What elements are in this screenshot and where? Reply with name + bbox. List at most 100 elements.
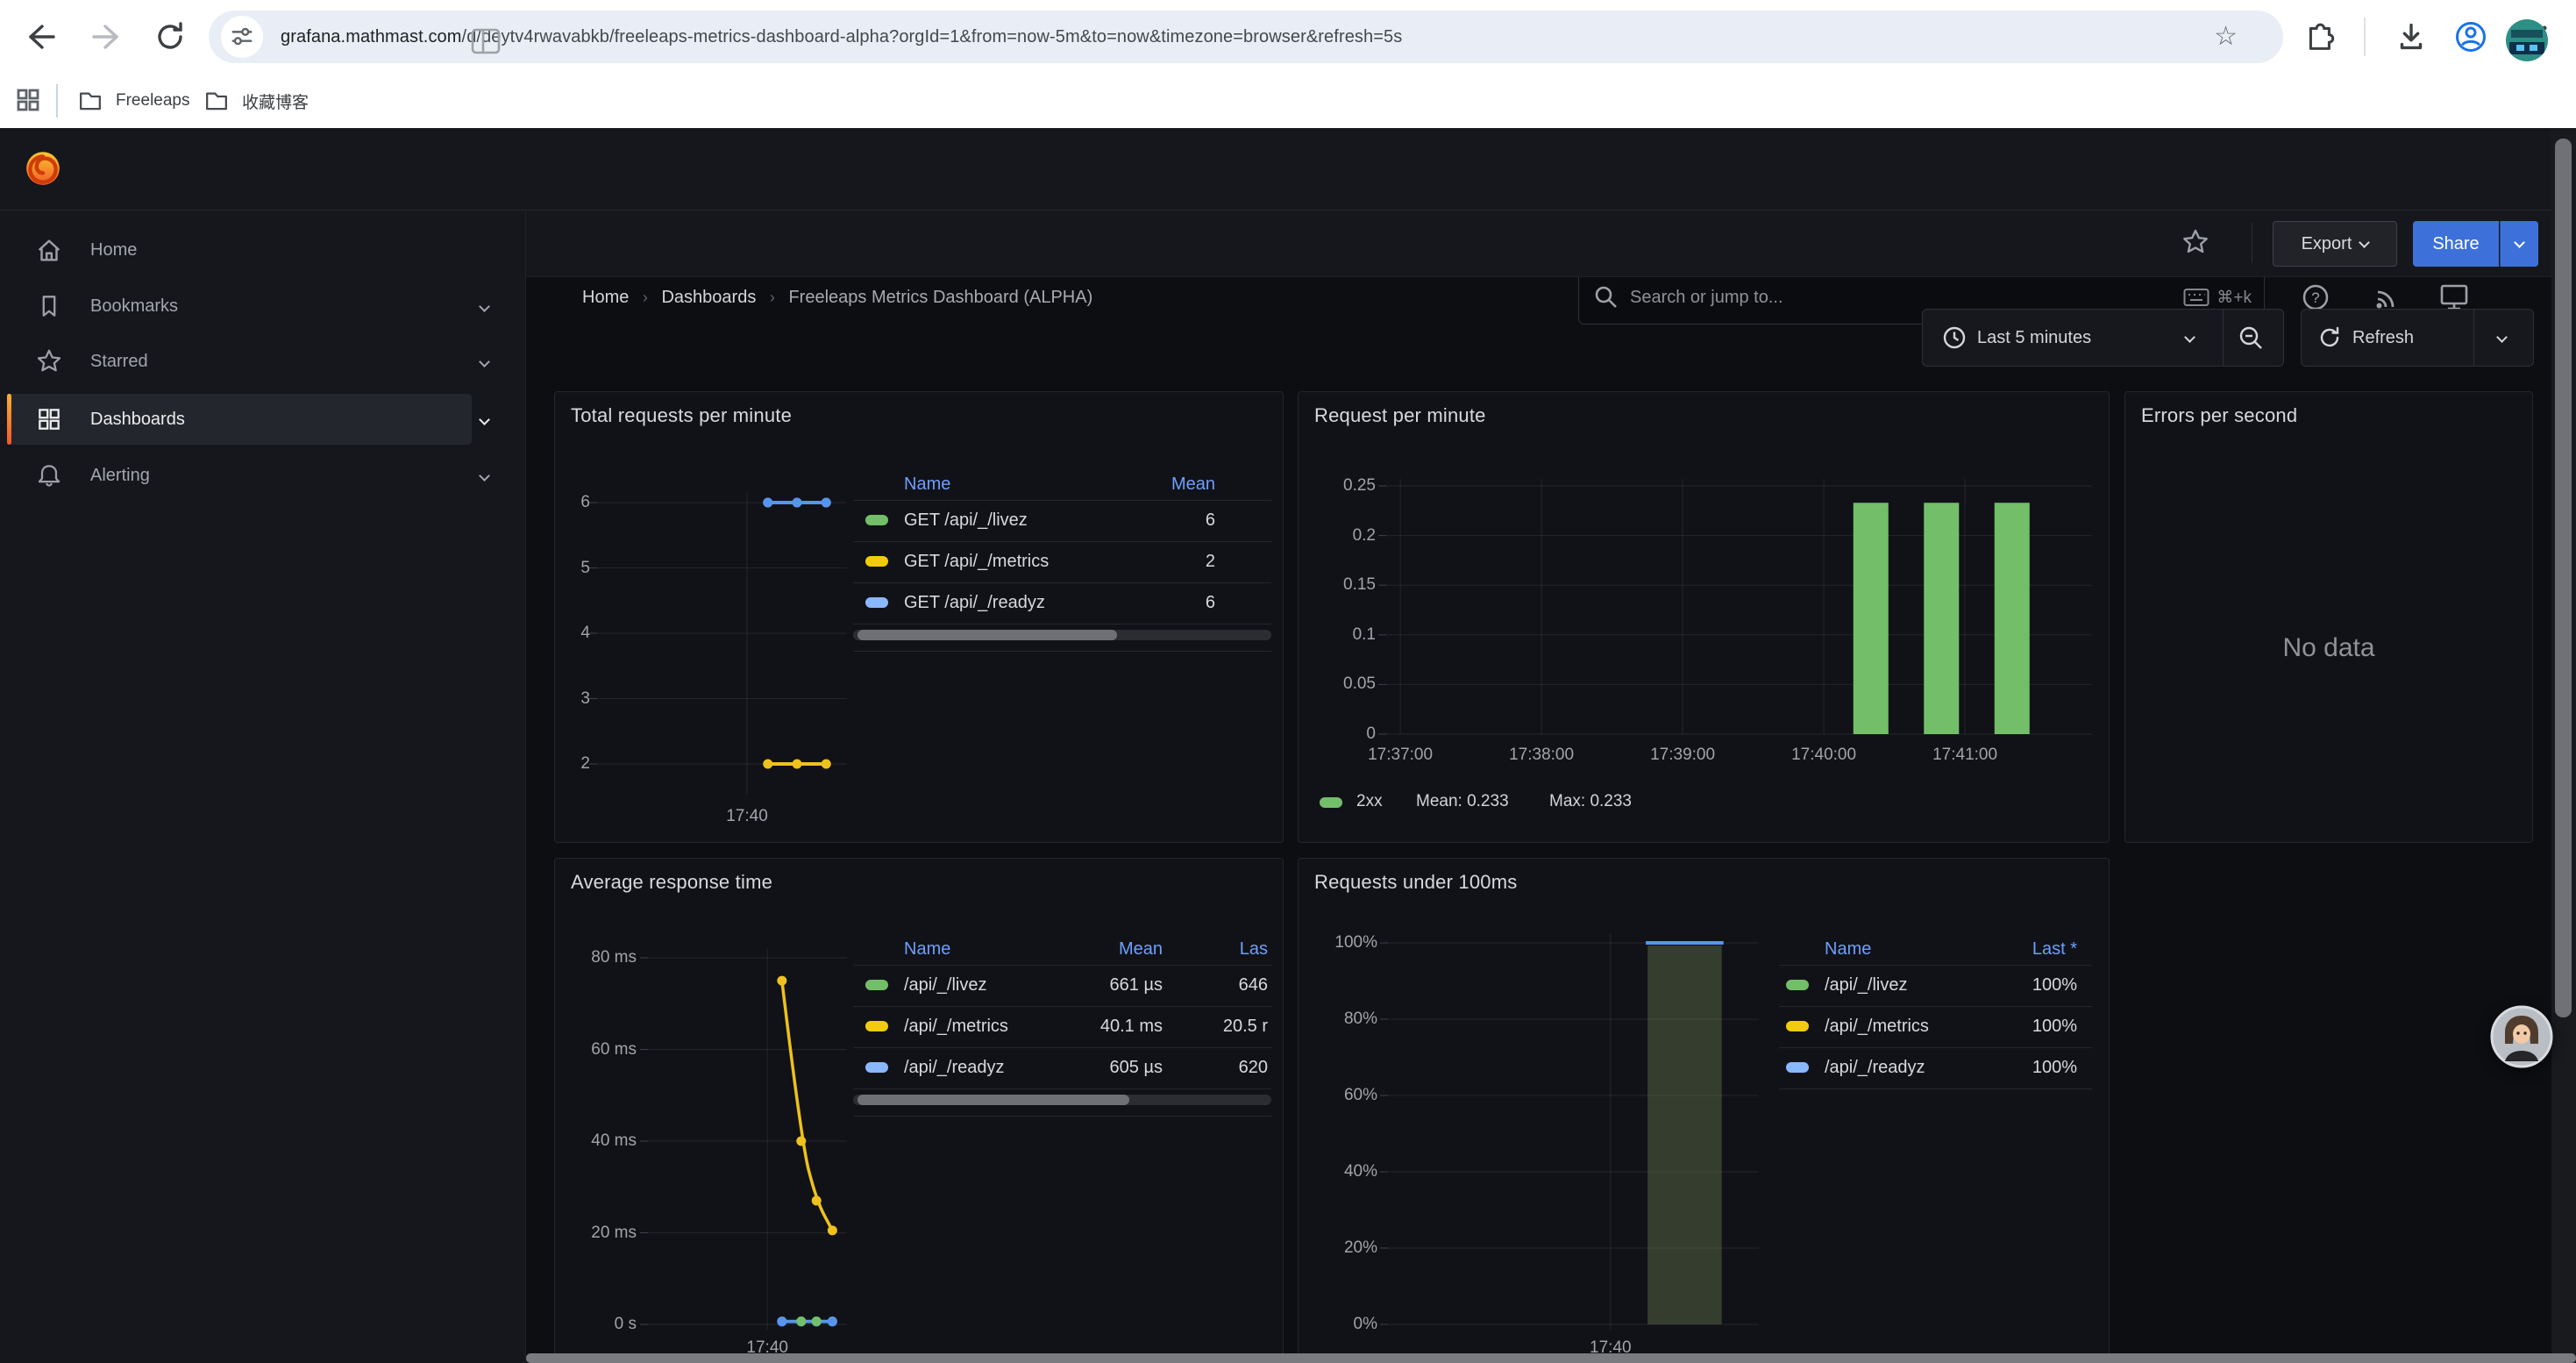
legend-color-pill [1320, 797, 1342, 808]
y-tick-label: 0 s [563, 1314, 637, 1335]
sidebar-item-bookmarks[interactable]: Bookmarks [7, 281, 472, 332]
refresh-button[interactable] [2316, 324, 2344, 352]
legend-color-pill[interactable] [865, 1062, 888, 1073]
profile-button[interactable] [2451, 18, 2490, 56]
refresh-icon [2316, 324, 2344, 352]
panel-request-per-minute[interactable]: Request per minute 2xx Mean: 0.233 Max: … [1298, 391, 2110, 843]
address-bar[interactable]: grafana.mathmast.com/d/deytv4rwavabkb/fr… [209, 11, 2283, 63]
bookmark-icon [33, 290, 65, 322]
panel-title[interactable]: Total requests per minute [571, 404, 792, 427]
legend-series-name[interactable]: GET /api/_/livez [904, 508, 1028, 532]
breadcrumb-home[interactable]: Home [582, 288, 629, 307]
panel-title[interactable]: Request per minute [1314, 404, 1486, 427]
favorite-dashboard-button[interactable] [2180, 226, 2211, 260]
refresh-label[interactable]: Refresh [2352, 310, 2414, 366]
chevron-down-icon[interactable] [2184, 332, 2195, 343]
panel-title[interactable]: Average response time [571, 871, 772, 894]
bookmark-star-button[interactable]: ☆ [2214, 23, 2238, 51]
time-range-group: Last 5 minutes [1922, 309, 2284, 367]
browser-back-button[interactable] [21, 18, 60, 56]
share-button[interactable]: Share [2413, 221, 2499, 267]
assistant-floating-avatar[interactable] [2490, 1005, 2553, 1068]
profile-icon [2451, 17, 2490, 57]
bookmark-folder-freeleaps[interactable]: Freeleaps [77, 81, 190, 121]
legend-series-name[interactable]: GET /api/_/metrics [904, 549, 1049, 574]
panel-title[interactable]: Errors per second [2141, 404, 2297, 427]
downloads-button[interactable] [2392, 18, 2430, 56]
chevron-down-icon[interactable] [479, 356, 490, 368]
time-range-label[interactable]: Last 5 minutes [1977, 310, 2091, 366]
legend-series-name[interactable]: 2xx [1356, 789, 1383, 815]
bar [1854, 503, 1889, 734]
horizontal-scrollbar[interactable] [526, 1353, 2576, 1363]
x-tick-label: 17:39:00 [1621, 745, 1744, 766]
legend-column-header[interactable]: Mean [1171, 472, 1215, 496]
url-domain: grafana.mathmast.com [281, 27, 462, 46]
legend-series-name[interactable]: /api/_/metrics [904, 1014, 1008, 1038]
panel-left-icon [470, 26, 502, 56]
search-icon [1593, 284, 1619, 310]
legend-divider [1779, 965, 2092, 966]
browser-reload-button[interactable] [151, 18, 189, 56]
legend-column-header[interactable]: Name [1825, 937, 1871, 961]
panel-title[interactable]: Requests under 100ms [1314, 871, 1517, 894]
legend-scrollbar-thumb[interactable] [857, 630, 1117, 640]
legend-color-pill[interactable] [865, 1021, 888, 1031]
legend-color-pill[interactable] [865, 980, 888, 990]
site-settings-button[interactable] [221, 16, 263, 58]
extensions-button[interactable] [2299, 18, 2338, 56]
home-icon [33, 234, 65, 266]
chevron-down-icon[interactable] [479, 301, 490, 312]
bookmarks-divider [56, 84, 58, 118]
url-text[interactable]: grafana.mathmast.com/d/deytv4rwavabkb/fr… [281, 11, 1402, 63]
user-avatar[interactable] [2506, 19, 2548, 61]
chart-request_per_minute [1299, 392, 2110, 844]
y-tick-label: 20% [1304, 1238, 1377, 1259]
toolbar-divider [2364, 18, 2366, 56]
legend-series-name[interactable]: /api/_/metrics [1825, 1014, 1929, 1038]
legend-color-pill[interactable] [865, 515, 888, 525]
chevron-down-icon[interactable] [479, 470, 490, 482]
legend-scrollbar-thumb[interactable] [857, 1095, 1129, 1105]
export-button[interactable]: Export [2273, 221, 2397, 267]
sidebar-toggle-button[interactable] [470, 26, 502, 56]
page-scrollbar-thumb[interactable] [2555, 139, 2572, 1017]
legend-color-pill[interactable] [865, 556, 888, 567]
sidebar-item-alerting[interactable]: Alerting [7, 450, 472, 501]
panel-total-requests[interactable]: Total requests per minute 6543217:40Name… [554, 391, 1284, 843]
legend-series-name[interactable]: /api/_/readyz [904, 1055, 1005, 1080]
panel-requests-under-100ms[interactable]: Requests under 100ms 100%80%60%40%20%0%1… [1298, 858, 2110, 1363]
chevron-down-icon[interactable] [479, 414, 490, 425]
legend-series-name[interactable]: /api/_/livez [904, 973, 987, 997]
sidebar-item-starred[interactable]: Starred [7, 336, 472, 387]
legend-column-header[interactable]: Last * [2032, 937, 2077, 961]
sidebar-item-dashboards[interactable]: Dashboards [7, 394, 472, 445]
time-range-button[interactable] [1940, 324, 1968, 352]
y-tick-label: 0.15 [1302, 574, 1376, 596]
legend-color-pill[interactable] [1786, 980, 1809, 990]
share-dropdown-button[interactable] [2500, 221, 2538, 267]
chevron-down-icon [2514, 237, 2525, 248]
refresh-interval-dropdown[interactable] [2496, 332, 2508, 343]
legend-color-pill[interactable] [865, 597, 888, 608]
apps-grid-button[interactable] [14, 86, 42, 114]
browser-forward-button[interactable] [88, 18, 126, 56]
legend-color-pill[interactable] [1786, 1062, 1809, 1073]
legend-color-pill[interactable] [1786, 1021, 1809, 1031]
breadcrumb-dashboards[interactable]: Dashboards [661, 288, 756, 307]
legend-column-header[interactable]: Name [904, 937, 950, 961]
sidebar-item-home[interactable]: Home [7, 225, 472, 275]
legend-series-name[interactable]: GET /api/_/readyz [904, 590, 1045, 615]
panel-average-response-time[interactable]: Average response time 80 ms60 ms40 ms20 … [554, 858, 1284, 1363]
legend-column-header[interactable]: Las [1240, 937, 1268, 961]
y-tick-label: 0% [1304, 1314, 1377, 1335]
zoom-out-button[interactable] [2237, 324, 2266, 353]
avatar-pixel-art [2516, 45, 2524, 51]
legend-column-header[interactable]: Name [904, 472, 950, 496]
bookmark-folder-blogs[interactable]: 收藏博客 [203, 81, 309, 121]
sidebar-item-label: Home [90, 240, 137, 260]
legend-series-name[interactable]: /api/_/livez [1825, 973, 1908, 997]
panel-errors-per-second[interactable]: Errors per second No data [2124, 391, 2533, 843]
legend-series-name[interactable]: /api/_/readyz [1825, 1055, 1925, 1080]
legend-column-header[interactable]: Mean [1119, 937, 1163, 961]
